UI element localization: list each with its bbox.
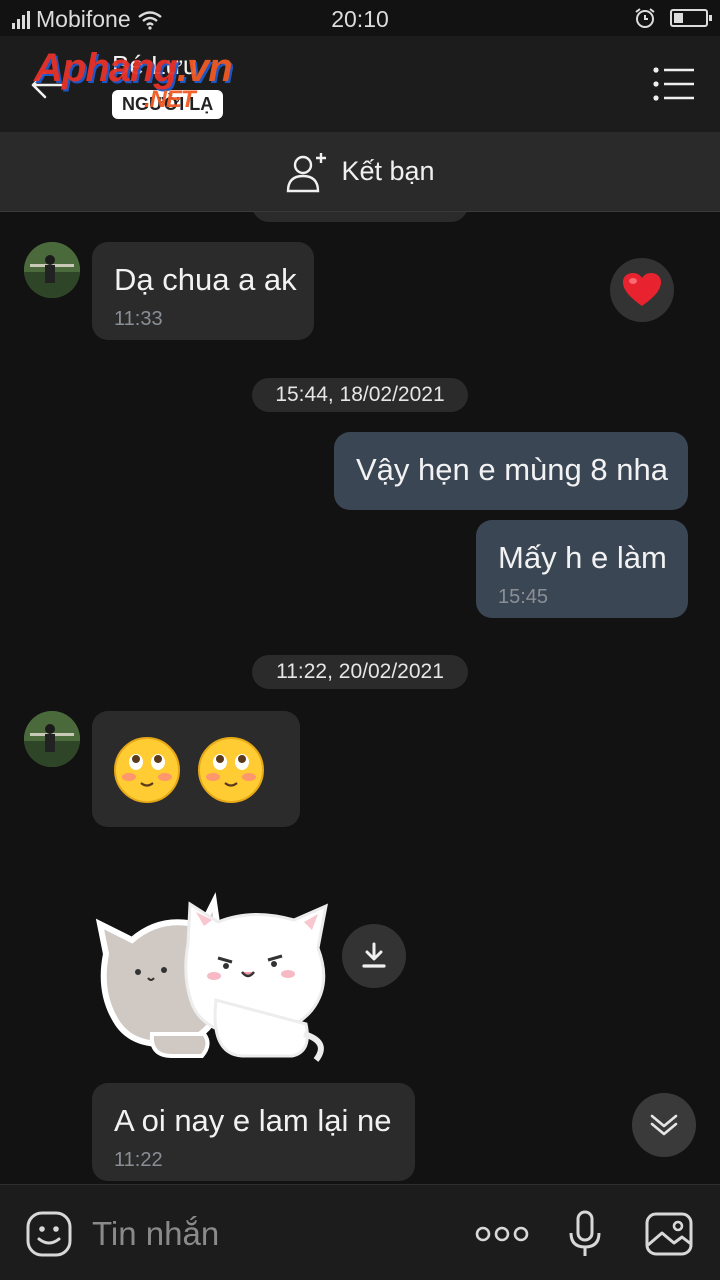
date-separator-partial	[252, 212, 468, 222]
battery-level	[674, 13, 683, 23]
add-user-icon	[287, 152, 327, 192]
menu-button[interactable]	[652, 64, 696, 104]
message-bubble-outgoing[interactable]: Vậy hẹn e mùng 8 nha	[334, 432, 688, 510]
microphone-icon	[569, 1210, 601, 1256]
status-right	[634, 7, 712, 29]
image-button[interactable]	[642, 1207, 696, 1261]
date-separator: 15:44, 18/02/2021	[252, 378, 468, 412]
reaction-button[interactable]	[610, 258, 674, 322]
message-text: A oi nay e lam lại ne	[114, 1103, 392, 1138]
blushing-face-icon	[114, 737, 180, 803]
status-bar: Mobifone 20:10	[0, 0, 720, 36]
download-button[interactable]	[342, 924, 406, 988]
cats-hug-sticker[interactable]	[92, 884, 332, 1066]
message-bubble-incoming[interactable]: Dạ chua a ak 11:33	[92, 242, 314, 340]
back-button[interactable]	[22, 60, 72, 110]
avatar[interactable]	[24, 711, 80, 767]
image-icon	[645, 1212, 693, 1256]
add-friend-bar[interactable]: Kết bạn	[0, 132, 720, 212]
double-chevron-down-icon	[650, 1114, 678, 1136]
message-input-bar: Tin nhắn	[0, 1184, 720, 1280]
voice-button[interactable]	[558, 1207, 612, 1261]
date-separator: 11:22, 20/02/2021	[252, 655, 468, 689]
message-text: Mấy h e làm	[498, 540, 667, 575]
message-time: 11:33	[114, 308, 163, 330]
add-friend-label: Kết bạn	[341, 156, 435, 186]
avatar[interactable]	[24, 242, 80, 298]
stranger-badge: NGƯỜI LẠ	[112, 90, 224, 119]
more-button[interactable]	[474, 1207, 530, 1261]
battery-icon	[670, 9, 712, 27]
message-bubble-incoming[interactable]: A oi nay e lam lại ne 11:22	[92, 1083, 415, 1181]
contact-name[interactable]: Bé Lưu	[112, 50, 197, 81]
emoji-icon	[26, 1211, 72, 1257]
scroll-to-bottom-button[interactable]	[632, 1093, 696, 1157]
download-icon	[362, 942, 386, 968]
blushing-face-icon	[198, 737, 264, 803]
message-time: 11:22	[114, 1149, 163, 1171]
message-bubble-emoji[interactable]	[92, 711, 300, 827]
chat-messages[interactable]: Dạ chua a ak 11:33 15:44, 18/02/2021 Vậy…	[0, 212, 720, 1184]
back-arrow-icon	[31, 71, 64, 99]
status-time: 20:10	[331, 6, 389, 32]
message-time: 15:45	[498, 586, 549, 608]
message-bubble-outgoing[interactable]: Mấy h e làm 15:45	[476, 520, 688, 618]
message-text: Dạ chua a ak	[114, 262, 297, 297]
menu-list-icon	[653, 67, 694, 101]
avatar-image	[24, 242, 80, 298]
alarm-icon	[635, 8, 655, 28]
message-text: Vậy hẹn e mùng 8 nha	[356, 452, 668, 487]
message-input[interactable]: Tin nhắn	[92, 1215, 219, 1253]
avatar-image	[24, 711, 80, 767]
chat-header: Bé Lưu NGƯỜI LẠ Aphang.vn .NET	[0, 36, 720, 132]
emoji-button[interactable]	[22, 1207, 76, 1261]
heart-icon	[623, 273, 661, 306]
more-icon	[475, 1226, 529, 1242]
